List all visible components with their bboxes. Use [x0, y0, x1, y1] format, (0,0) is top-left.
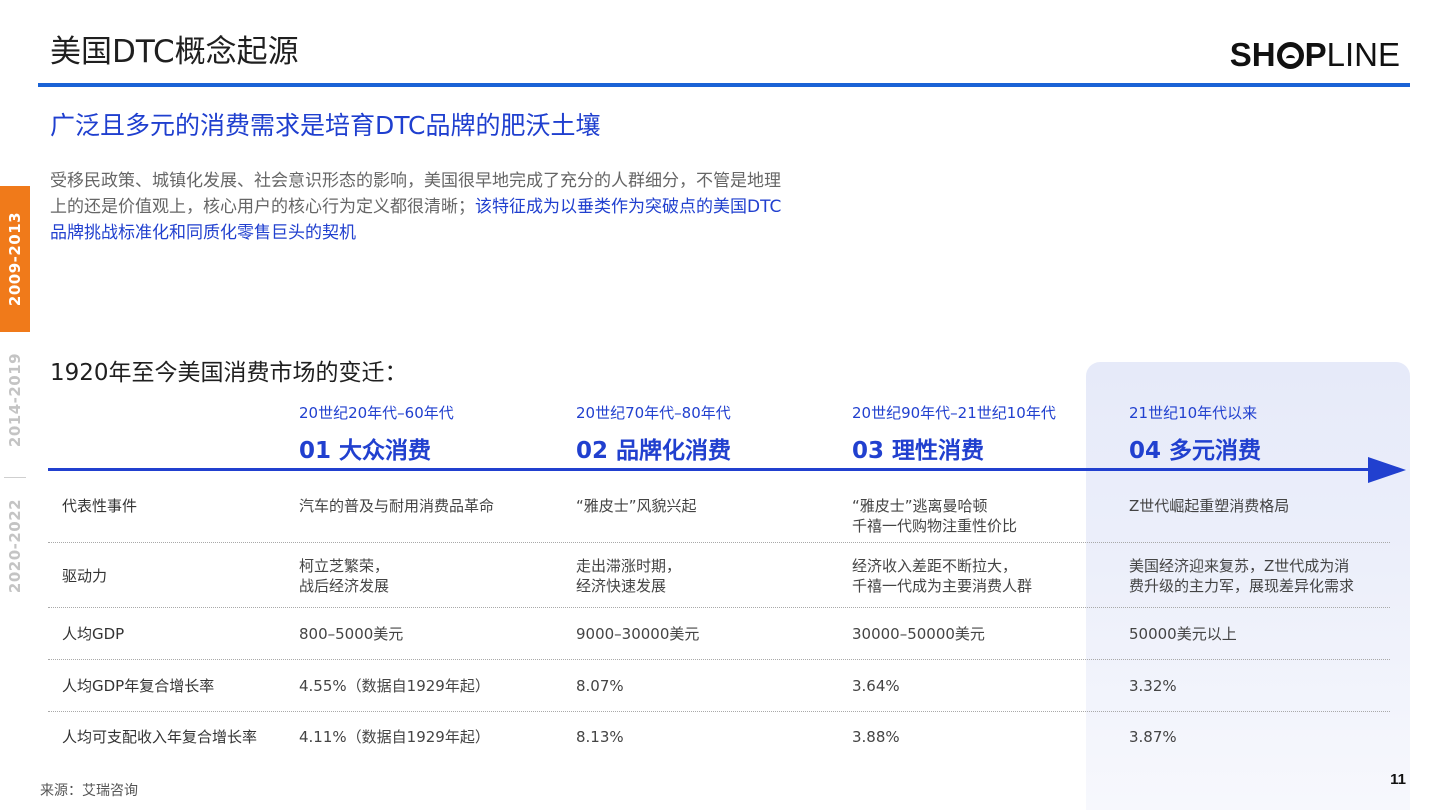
cell-line: 3.88%: [852, 728, 900, 746]
side-tab-2009-2013[interactable]: 2009-2013: [0, 186, 30, 332]
side-tab-label: 2014-2019: [6, 352, 25, 448]
era-period: 21世纪10年代以来: [1129, 404, 1258, 422]
era-label: 03 理性消费: [852, 438, 985, 464]
table-cell: 3.88%: [852, 727, 900, 747]
cell-line: 费升级的主力军，展现差异化需求: [1129, 577, 1355, 595]
row-label: 人均可支配收入年复合增长率: [62, 728, 258, 746]
era-period: 20世纪20年代–60年代: [299, 404, 454, 422]
row-divider: [48, 542, 1390, 543]
timeline-arrow-icon: [1368, 457, 1406, 483]
cell-line: 8.13%: [576, 728, 624, 746]
cell-line: 汽车的普及与耐用消费品革命: [299, 497, 495, 515]
table-cell: 经济收入差距不断拉大， 千禧一代成为主要消费人群: [852, 556, 1032, 596]
side-tab-2020-2022[interactable]: 2020-2022: [0, 486, 30, 606]
cell-line: 30000–50000美元: [852, 625, 985, 643]
cell-line: 经济快速发展: [576, 577, 667, 595]
cell-line: 50000美元以上: [1129, 625, 1237, 643]
logo-text-p: P: [1304, 36, 1327, 73]
cell-line: 800–5000美元: [299, 625, 404, 643]
era-period: 20世纪90年代–21世纪10年代: [852, 404, 1056, 422]
row-divider: [48, 607, 1390, 608]
side-tab-divider: [4, 477, 26, 478]
era-label: 01 大众消费: [299, 438, 432, 464]
cell-line: 9000–30000美元: [576, 625, 700, 643]
row-divider: [48, 659, 1390, 660]
table-cell: 走出滞涨时期， 经济快速发展: [576, 556, 681, 596]
row-label: 人均GDP年复合增长率: [62, 677, 215, 695]
cell-line: 4.55%（数据自1929年起）: [299, 677, 490, 695]
era-header: 20世纪20年代–60年代 01 大众消费: [299, 402, 454, 465]
logo-text-left: SH: [1229, 36, 1276, 73]
era-label: 02 品牌化消费: [576, 438, 732, 464]
cell-line: 美国经济迎来复苏，Z世代成为消: [1129, 557, 1350, 575]
cell-line: 3.87%: [1129, 728, 1177, 746]
table-cell: 4.11%（数据自1929年起）: [299, 727, 490, 747]
table-cell: 3.87%: [1129, 727, 1177, 747]
cell-line: “雅皮士”逃离曼哈顿: [852, 497, 988, 515]
timeline-arrow-line: [48, 468, 1378, 471]
cell-line: 千禧一代成为主要消费人群: [852, 577, 1033, 595]
cell-line: 经济收入差距不断拉大，: [852, 557, 1018, 575]
table-cell: Z世代崛起重塑消费格局: [1129, 496, 1289, 516]
table-cell: 4.55%（数据自1929年起）: [299, 676, 490, 696]
shopline-logo: SH PLINE: [1230, 36, 1400, 74]
table-cell: “雅皮士”逃离曼哈顿千禧一代购物注重性价比: [852, 496, 1017, 536]
era-label: 04 多元消费: [1129, 438, 1262, 464]
row-divider: [48, 711, 1390, 712]
row-label: 代表性事件: [62, 497, 138, 515]
table-cell: 3.64%: [852, 676, 900, 696]
era-header: 21世纪10年代以来 04 多元消费: [1129, 402, 1261, 465]
era-period: 20世纪70年代–80年代: [576, 404, 731, 422]
table-cell: 汽车的普及与耐用消费品革命: [299, 496, 494, 516]
row-label: 驱动力: [62, 567, 108, 585]
row-label: 人均GDP: [62, 625, 125, 643]
table-cell: 800–5000美元: [299, 624, 403, 644]
side-tab-label: 2009-2013: [6, 211, 25, 307]
cell-line: 3.64%: [852, 677, 900, 695]
header-divider: [38, 83, 1410, 87]
logo-text-right: LINE: [1326, 36, 1400, 73]
cell-line: “雅皮士”风貌兴起: [576, 497, 697, 515]
timeline-heading: 1920年至今美国消费市场的变迁：: [50, 360, 408, 386]
table-cell: 8.13%: [576, 727, 624, 747]
table-cell: 9000–30000美元: [576, 624, 699, 644]
table-cell: 50000美元以上: [1129, 624, 1237, 644]
cell-line: Z世代崛起重塑消费格局: [1129, 497, 1290, 515]
page-title: 美国DTC概念起源: [50, 34, 299, 70]
table-cell: 柯立芝繁荣， 战后经济发展: [299, 556, 389, 596]
cell-line: 8.07%: [576, 677, 624, 695]
side-tab-label: 2020-2022: [6, 498, 25, 594]
table-cell: 美国经济迎来复苏，Z世代成为消 费升级的主力军，展现差异化需求: [1129, 556, 1354, 596]
section-subtitle: 广泛且多元的消费需求是培育DTC品牌的肥沃土壤: [50, 111, 601, 140]
era-header: 20世纪70年代–80年代 02 品牌化消费: [576, 402, 731, 465]
table-cell: 8.07%: [576, 676, 624, 696]
table-cell: 3.32%: [1129, 676, 1177, 696]
cell-line: 柯立芝繁荣，: [299, 557, 390, 575]
era-header: 20世纪90年代–21世纪10年代 03 理性消费: [852, 402, 1056, 465]
cell-line: 战后经济发展: [299, 577, 390, 595]
page-number: 11: [1390, 771, 1406, 788]
source-note: 来源：艾瑞咨询: [40, 783, 138, 799]
cell-line: 4.11%（数据自1929年起）: [299, 728, 490, 746]
intro-paragraph: 受移民政策、城镇化发展、社会意识形态的影响，美国很早地完成了充分的人群细分，不管…: [50, 168, 795, 246]
cell-line: 走出滞涨时期，: [576, 557, 682, 575]
side-tab-2014-2019[interactable]: 2014-2019: [0, 340, 30, 460]
cell-line: 千禧一代购物注重性价比: [852, 517, 1018, 535]
table-cell: “雅皮士”风貌兴起: [576, 496, 697, 516]
table-cell: 30000–50000美元: [852, 624, 985, 644]
cell-line: 3.32%: [1129, 677, 1177, 695]
logo-o-icon: [1276, 42, 1304, 69]
